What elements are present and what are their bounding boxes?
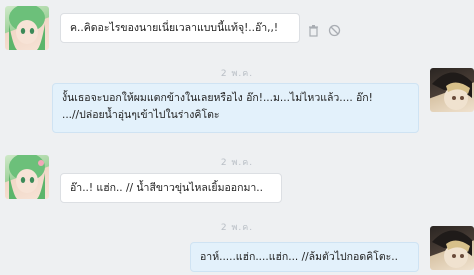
timestamp: 2 พ.ค. — [220, 158, 254, 168]
message-bubble: ค..คิดอะไรของนายเนี่ยเวลาแบบนี้แท้จุ!..อ… — [60, 13, 300, 43]
avatar[interactable] — [5, 6, 49, 50]
avatar[interactable] — [430, 68, 474, 112]
block-icon[interactable] — [328, 22, 341, 37]
message-bubble: อ๊า..! แฮ่ก.. // น้ำสีขาวขุ่นไหลเยิ้มออก… — [60, 173, 282, 203]
timestamp: 2 พ.ค. — [220, 69, 254, 79]
avatar[interactable] — [5, 155, 49, 199]
message-bubble: อาห์.....แฮ่ก....แฮ่ก... //ล้มตัวไปกอดคิ… — [190, 242, 419, 272]
message-text: อาห์.....แฮ่ก....แฮ่ก... //ล้มตัวไปกอดคิ… — [200, 251, 398, 263]
message-text-line1: งั้นเธอจะบอกให้ผมแตกข้างในเลยหรือไง อ๊ก!… — [62, 92, 373, 104]
message-text: ค..คิดอะไรของนายเนี่ยเวลาแบบนี้แท้จุ!..อ… — [70, 22, 279, 34]
message-text-line2: ...//ปล่อยน้ำอุ่นๆเข้าไปในร่างคิโตะ — [62, 109, 220, 121]
message-text: อ๊า..! แฮ่ก.. // น้ำสีขาวขุ่นไหลเยิ้มออก… — [70, 182, 263, 194]
avatar[interactable] — [430, 226, 474, 270]
message-bubble: งั้นเธอจะบอกให้ผมแตกข้างในเลยหรือไง อ๊ก!… — [52, 83, 419, 133]
trash-icon[interactable] — [307, 22, 320, 37]
timestamp: 2 พ.ค. — [220, 223, 254, 233]
